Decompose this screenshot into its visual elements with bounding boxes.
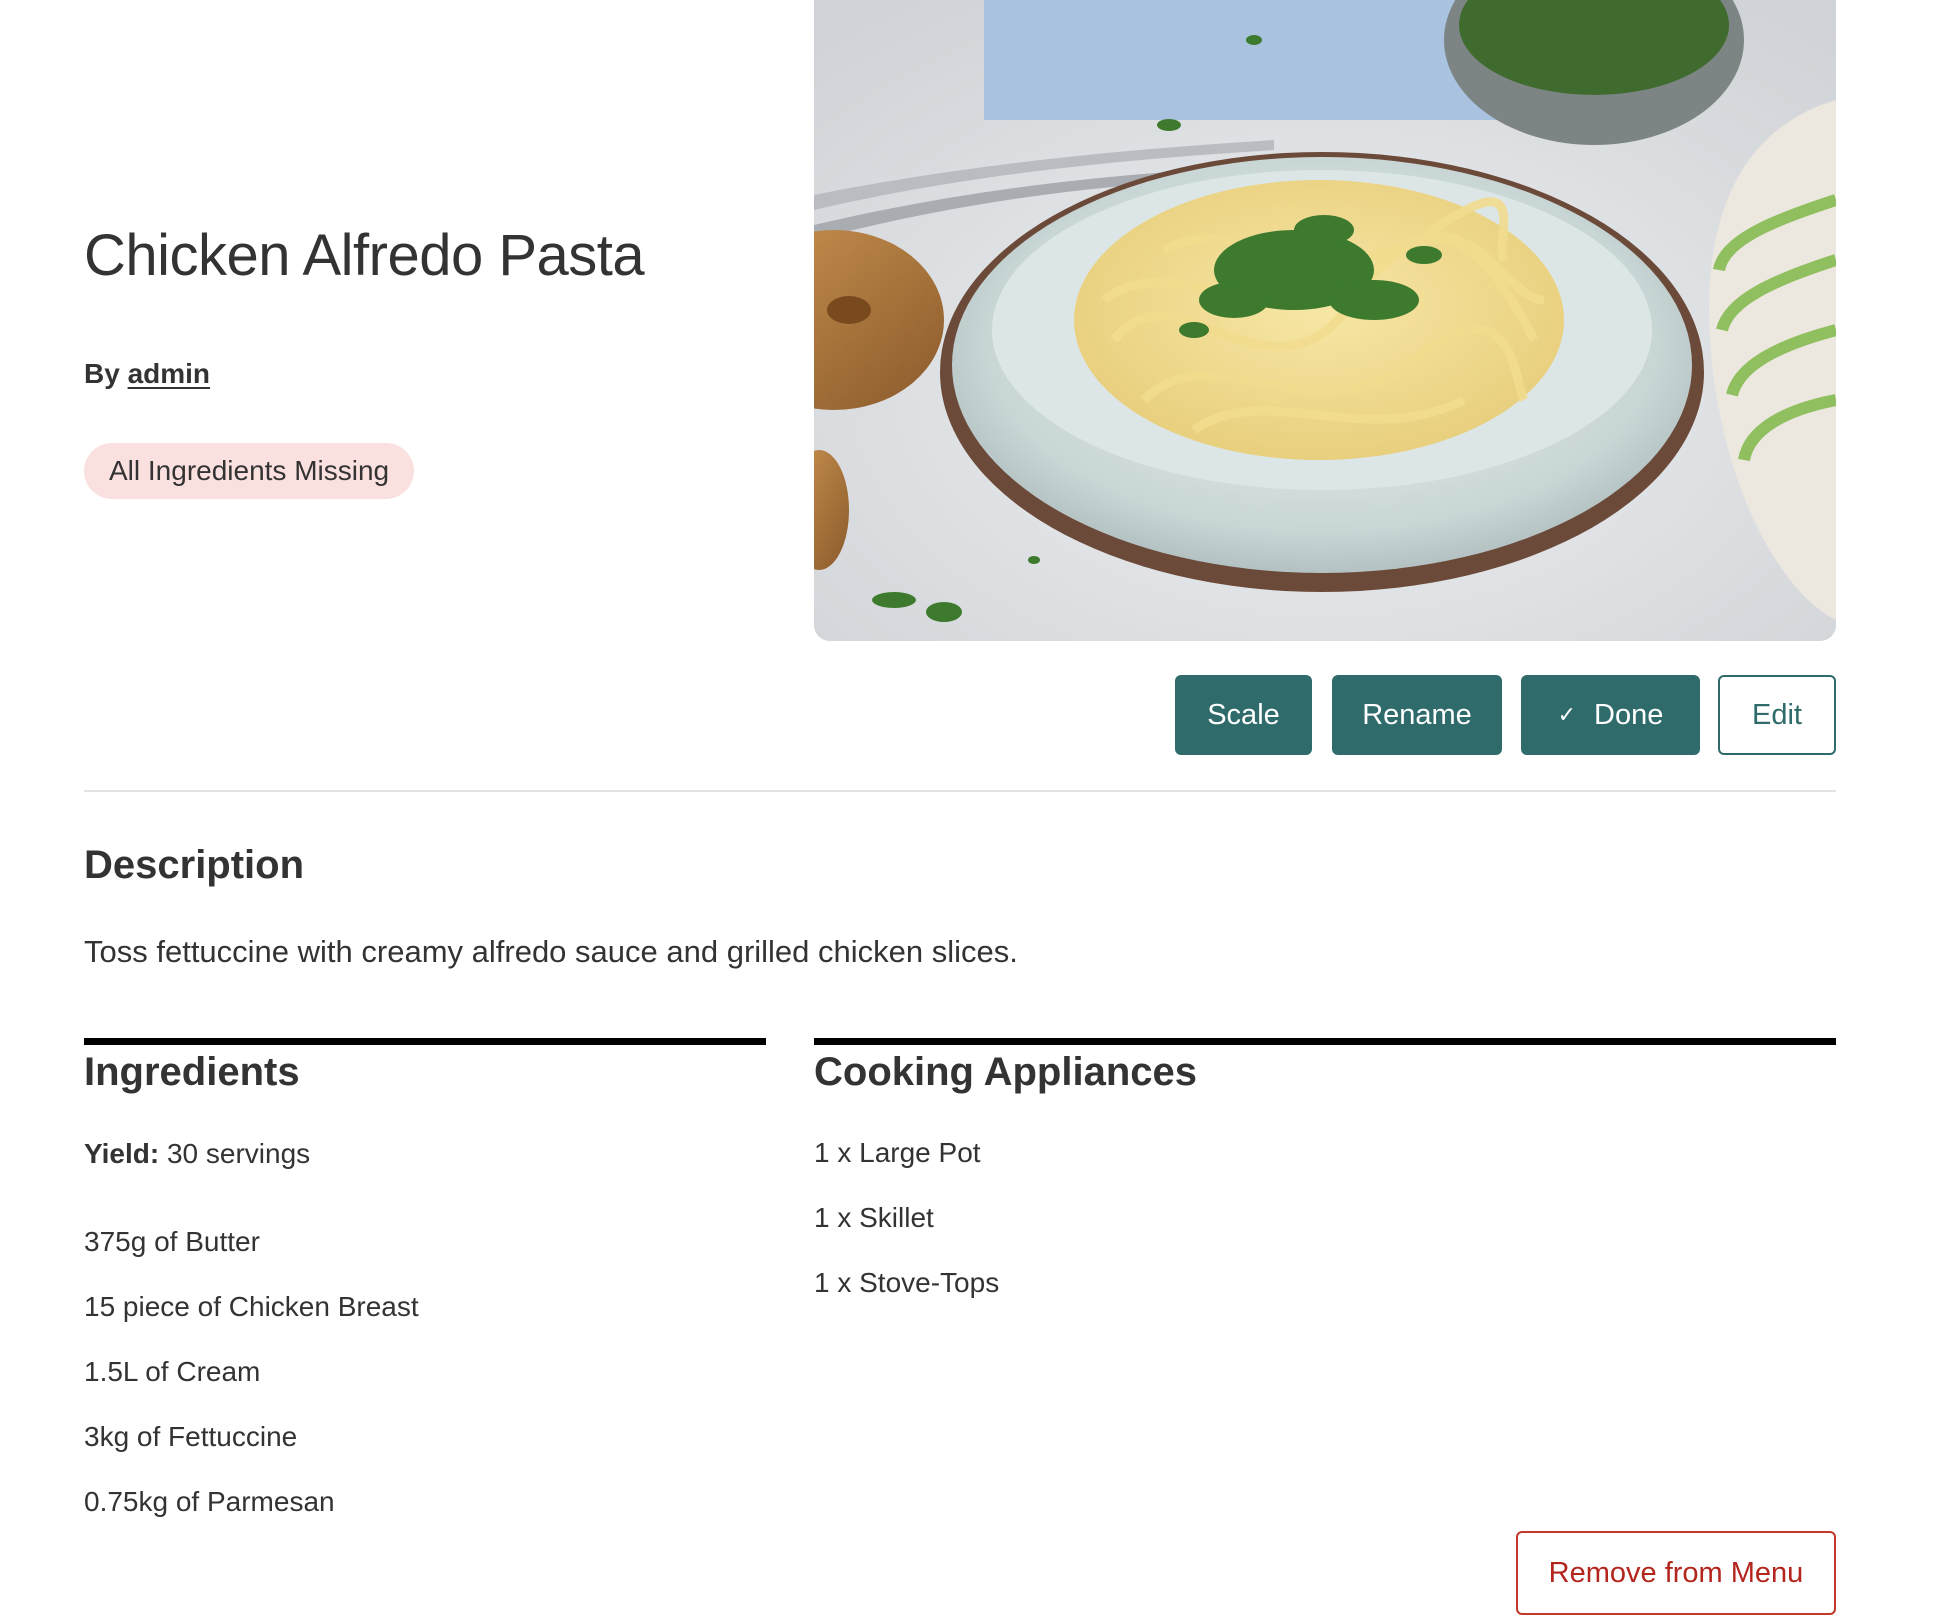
author-byline: By admin [84,358,210,390]
section-divider [84,790,1836,792]
appliances-heading: Cooking Appliances [814,1050,1198,1094]
ingredient-item: 0.75kg of Parmesan [84,1486,335,1517]
appliance-item: 1 x Skillet [814,1202,934,1233]
description-text: Toss fettuccine with creamy alfredo sauc… [84,934,1018,969]
ingredient-item: 375g of Butter [84,1226,260,1257]
checkmark-icon: ✓ [1557,702,1577,727]
ingredients-list: 375g of Butter 15 piece of Chicken Breas… [84,1225,419,1550]
ingredient-item: 1.5L of Cream [84,1356,261,1387]
page-title: Chicken Alfredo Pasta [84,223,645,288]
author-link[interactable]: admin [128,358,210,389]
done-button-label: Done [1594,698,1664,731]
by-prefix: By [84,358,120,389]
done-button[interactable]: ✓ Done [1521,675,1700,755]
appliance-item: 1 x Large Pot [814,1137,981,1168]
ingredients-heading: Ingredients [84,1050,300,1094]
yield-label: Yield: [84,1138,160,1169]
ingredient-item: 15 piece of Chicken Breast [84,1291,419,1322]
edit-button[interactable]: Edit [1718,675,1836,755]
scale-button[interactable]: Scale [1175,675,1312,755]
ingredients-rule [84,1038,766,1045]
recipe-page: Chicken Alfredo Pasta By admin All Ingre… [0,0,1942,1621]
description-heading: Description [84,843,305,887]
remove-from-menu-button[interactable]: Remove from Menu [1516,1531,1836,1615]
rename-button[interactable]: Rename [1332,675,1502,755]
yield-value: 30 servings [166,1138,311,1169]
ingredient-item: 3kg of Fettuccine [84,1421,298,1452]
appliances-list: 1 x Large Pot 1 x Skillet 1 x Stove-Tops [814,1136,999,1331]
appliance-item: 1 x Stove-Tops [814,1267,1000,1298]
appliances-rule [814,1038,1836,1045]
recipe-photo [814,0,1836,641]
yield-line: Yield: 30 servings [84,1138,310,1170]
status-badge: All Ingredients Missing [84,443,415,499]
